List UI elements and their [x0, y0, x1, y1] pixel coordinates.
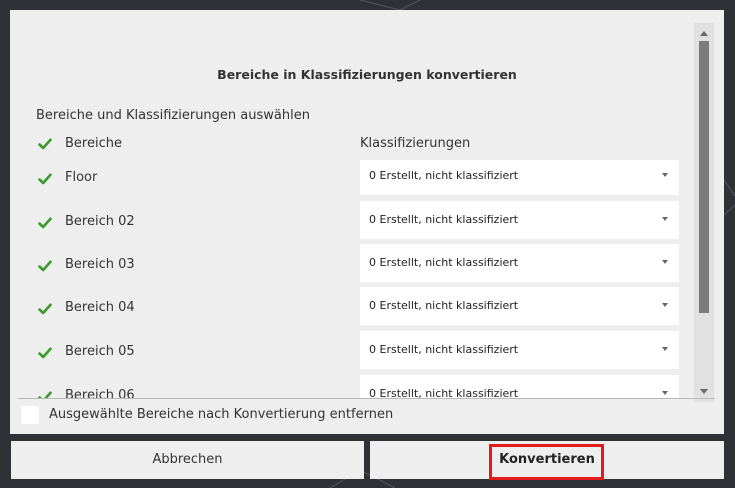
row-check-icon[interactable]	[38, 217, 52, 229]
classification-dropdown[interactable]: 0 Erstellt, nicht klassifiziert	[360, 331, 679, 369]
area-list[interactable]: Floor 0 Erstellt, nicht klassifiziert Be…	[10, 160, 690, 399]
classifications-column-header: Klassifizierungen	[360, 136, 471, 151]
row-area-label: Bereich 05	[65, 344, 135, 359]
select-all-check-icon[interactable]	[38, 138, 52, 150]
dropdown-value: 0 Erstellt, nicht klassifiziert	[369, 343, 519, 356]
scrollbar-thumb[interactable]	[699, 41, 709, 313]
row-check-icon[interactable]	[38, 173, 52, 185]
row-check-icon[interactable]	[38, 260, 52, 272]
chevron-down-icon	[662, 217, 668, 221]
dropdown-value: 0 Erstellt, nicht klassifiziert	[369, 169, 519, 182]
convert-dialog: Bereiche in Klassifizierungen konvertier…	[10, 10, 724, 434]
dialog-subtitle: Bereiche und Klassifizierungen auswählen	[36, 108, 310, 123]
row-check-icon[interactable]	[38, 303, 52, 315]
chevron-down-icon	[662, 173, 668, 177]
chevron-down-icon	[662, 303, 668, 307]
cancel-button-label: Abbrechen	[152, 452, 223, 467]
row-area-label: Bereich 04	[65, 300, 135, 315]
remove-areas-checkbox[interactable]	[21, 406, 39, 424]
cancel-button[interactable]: Abbrechen	[11, 441, 364, 479]
row-area-label: Bereich 02	[65, 214, 135, 229]
classification-dropdown[interactable]: 0 Erstellt, nicht klassifiziert	[360, 160, 679, 195]
classification-dropdown[interactable]: 0 Erstellt, nicht klassifiziert	[360, 287, 679, 325]
convert-button-highlight	[489, 444, 604, 480]
dropdown-value: 0 Erstellt, nicht klassifiziert	[369, 256, 519, 269]
row-area-label: Floor	[65, 170, 98, 185]
classification-dropdown[interactable]: 0 Erstellt, nicht klassifiziert	[360, 244, 679, 282]
dialog-title: Bereiche in Klassifizierungen konvertier…	[217, 67, 517, 82]
chevron-down-icon	[662, 347, 668, 351]
vertical-scrollbar[interactable]	[694, 23, 714, 402]
remove-areas-label[interactable]: Ausgewählte Bereiche nach Konvertierung …	[49, 407, 393, 422]
row-area-label: Bereich 03	[65, 257, 135, 272]
dropdown-value: 0 Erstellt, nicht klassifiziert	[369, 213, 519, 226]
dropdown-value: 0 Erstellt, nicht klassifiziert	[369, 299, 519, 312]
divider	[18, 398, 715, 399]
select-all-label[interactable]: Bereiche	[65, 136, 122, 151]
classification-dropdown[interactable]: 0 Erstellt, nicht klassifiziert	[360, 375, 679, 399]
scroll-up-arrow-icon[interactable]	[700, 31, 708, 36]
scroll-down-arrow-icon[interactable]	[700, 389, 708, 394]
chevron-down-icon	[662, 391, 668, 395]
chevron-down-icon	[662, 260, 668, 264]
row-check-icon[interactable]	[38, 347, 52, 359]
classification-dropdown[interactable]: 0 Erstellt, nicht klassifiziert	[360, 201, 679, 239]
